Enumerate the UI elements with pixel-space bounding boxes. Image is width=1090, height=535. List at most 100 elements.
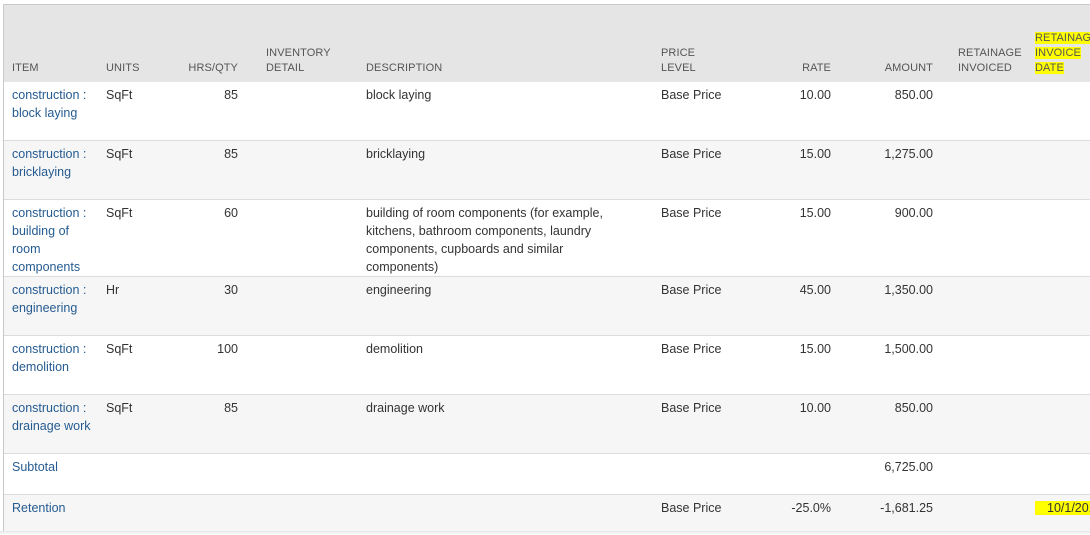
header-amount[interactable]: AMOUNT: [833, 5, 941, 82]
cell-rate: 15.00: [745, 335, 833, 395]
item-link[interactable]: construction : demolition: [12, 342, 86, 374]
cell-hrs-qty: 30: [178, 276, 246, 336]
table-header-row: ITEM UNITS HRS/QTY INVENTORY DETAIL DESCR…: [4, 5, 1090, 82]
cell-rate: 15.00: [745, 199, 833, 277]
cell-amount: 850.00: [833, 394, 941, 454]
retainage-date-value: 10/1/2019: [1035, 501, 1090, 515]
cell-amount: 1,350.00: [833, 276, 941, 336]
cell-description: bricklaying: [346, 140, 646, 200]
item-link[interactable]: construction : building of room componen…: [12, 206, 86, 274]
cell-units: SqFt: [98, 335, 178, 395]
cell-retainage-invoice-date: [1028, 140, 1090, 200]
item-link[interactable]: construction : engineering: [12, 283, 86, 315]
cell-hrs-qty: [178, 453, 246, 495]
cell-item[interactable]: construction : engineering: [4, 276, 98, 336]
cell-inventory-detail: [246, 453, 346, 495]
cell-price-level: Base Price: [646, 394, 745, 454]
item-link[interactable]: Retention: [12, 501, 66, 515]
cell-amount: -1,681.25: [833, 494, 941, 531]
table-row[interactable]: construction : bricklaying SqFt 85 brick…: [4, 140, 1090, 200]
cell-item[interactable]: construction : bricklaying: [4, 140, 98, 200]
cell-retainage-invoice-date: [1028, 394, 1090, 454]
cell-price-level: Base Price: [646, 494, 745, 531]
cell-description: engineering: [346, 276, 646, 336]
cell-rate: 10.00: [745, 82, 833, 141]
cell-retainage-invoice-date: [1028, 335, 1090, 395]
cell-inventory-detail: [246, 82, 346, 141]
cell-retainage-invoice-date: [1028, 199, 1090, 277]
cell-rate: 10.00: [745, 394, 833, 454]
cell-description: [346, 494, 646, 531]
cell-price-level: Base Price: [646, 276, 745, 336]
items-sublist: ITEM UNITS HRS/QTY INVENTORY DETAIL DESCR…: [3, 4, 1090, 532]
cell-units: SqFt: [98, 394, 178, 454]
cell-amount: 6,725.00: [833, 453, 941, 495]
table-row[interactable]: construction : building of room componen…: [4, 199, 1090, 277]
cell-retainage-invoiced: [941, 140, 1028, 200]
cell-rate: -25.0%: [745, 494, 833, 531]
item-link[interactable]: construction : drainage work: [12, 401, 91, 433]
cell-description: [346, 453, 646, 495]
cell-hrs-qty: 85: [178, 394, 246, 454]
cell-retainage-invoiced: [941, 335, 1028, 395]
cell-inventory-detail: [246, 335, 346, 395]
cell-description: demolition: [346, 335, 646, 395]
cell-inventory-detail: [246, 494, 346, 531]
items-table: ITEM UNITS HRS/QTY INVENTORY DETAIL DESCR…: [4, 5, 1090, 531]
header-inventory-detail[interactable]: INVENTORY DETAIL: [246, 5, 346, 82]
cell-units: SqFt: [98, 140, 178, 200]
cell-retainage-invoiced: [941, 394, 1028, 454]
table-row[interactable]: Subtotal 6,725.00: [4, 453, 1090, 495]
cell-units: [98, 453, 178, 495]
cell-item[interactable]: Subtotal: [4, 453, 98, 495]
item-link[interactable]: construction : bricklaying: [12, 147, 86, 179]
cell-item[interactable]: construction : block laying: [4, 82, 98, 141]
header-price-level[interactable]: PRICE LEVEL: [646, 5, 745, 82]
table-row[interactable]: construction : engineering Hr 30 enginee…: [4, 276, 1090, 336]
cell-retainage-invoice-date: [1028, 276, 1090, 336]
cell-retainage-invoiced: [941, 453, 1028, 495]
item-link[interactable]: construction : block laying: [12, 88, 86, 120]
cell-description: drainage work: [346, 394, 646, 454]
cell-hrs-qty: 100: [178, 335, 246, 395]
table-row[interactable]: Retention Base Price -25.0% -1,681.25 10…: [4, 494, 1090, 531]
cell-inventory-detail: [246, 276, 346, 336]
cell-price-level: [646, 453, 745, 495]
header-description[interactable]: DESCRIPTION: [346, 5, 646, 82]
header-retainage-invoiced[interactable]: RETAINAGE INVOICED: [941, 5, 1028, 82]
header-rate[interactable]: RATE: [745, 5, 833, 82]
table-row[interactable]: construction : block laying SqFt 85 bloc…: [4, 82, 1090, 141]
cell-retainage-invoiced: [941, 199, 1028, 277]
cell-retainage-invoiced: [941, 494, 1028, 531]
cell-units: [98, 494, 178, 531]
cell-item[interactable]: construction : drainage work: [4, 394, 98, 454]
cell-units: SqFt: [98, 199, 178, 277]
cell-retainage-invoiced: [941, 276, 1028, 336]
cell-description: building of room components (for example…: [346, 199, 646, 277]
cell-rate: [745, 453, 833, 495]
cell-item[interactable]: construction : demolition: [4, 335, 98, 395]
cell-price-level: Base Price: [646, 140, 745, 200]
cell-item[interactable]: Retention: [4, 494, 98, 531]
cell-inventory-detail: [246, 394, 346, 454]
cell-retainage-invoice-date: [1028, 82, 1090, 141]
cell-item[interactable]: construction : building of room componen…: [4, 199, 98, 277]
cell-amount: 1,275.00: [833, 140, 941, 200]
cell-amount: 850.00: [833, 82, 941, 141]
cell-price-level: Base Price: [646, 335, 745, 395]
cell-price-level: Base Price: [646, 82, 745, 141]
cell-description: block laying: [346, 82, 646, 141]
table-row[interactable]: construction : demolition SqFt 100 demol…: [4, 335, 1090, 395]
cell-units: SqFt: [98, 82, 178, 141]
cell-hrs-qty: 85: [178, 82, 246, 141]
cell-amount: 900.00: [833, 199, 941, 277]
cell-price-level: Base Price: [646, 199, 745, 277]
header-item[interactable]: ITEM: [4, 5, 98, 82]
header-retainage-invoice-date[interactable]: RETAINAGEINVOICEDATE: [1028, 5, 1090, 82]
header-units[interactable]: UNITS: [98, 5, 178, 82]
header-hrs-qty[interactable]: HRS/QTY: [178, 5, 246, 82]
sublist-bottom-shadow: [0, 531, 1090, 535]
cell-hrs-qty: [178, 494, 246, 531]
table-row[interactable]: construction : drainage work SqFt 85 dra…: [4, 394, 1090, 454]
item-link[interactable]: Subtotal: [12, 460, 58, 474]
